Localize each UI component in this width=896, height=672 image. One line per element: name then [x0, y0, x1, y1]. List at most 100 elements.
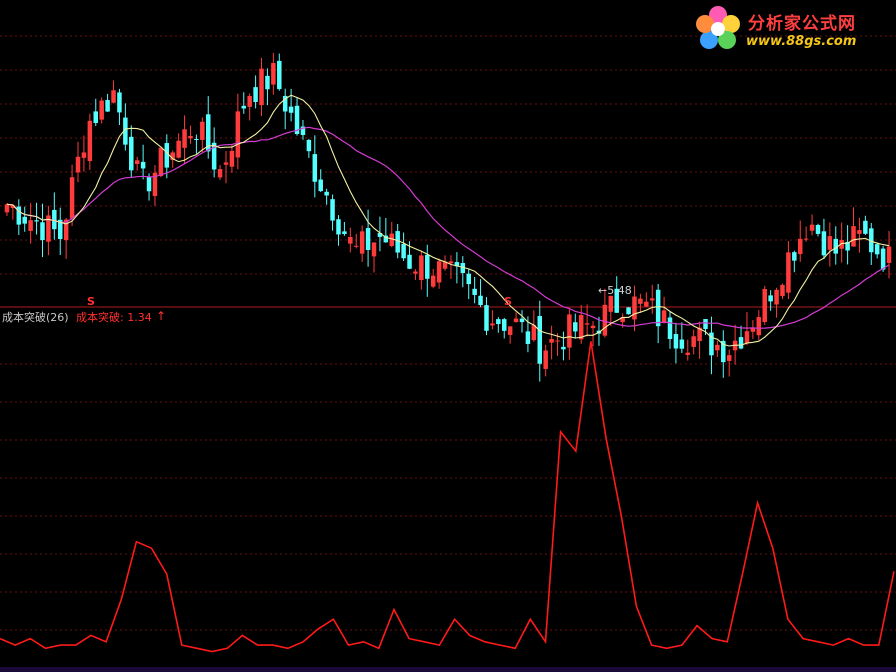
candle-body — [792, 252, 797, 261]
candle-body — [608, 295, 614, 312]
candle-body — [484, 305, 489, 331]
candle-body — [774, 289, 779, 305]
candle-body — [780, 284, 785, 296]
candle-body — [419, 255, 424, 281]
candle-body — [691, 336, 696, 347]
candle-body — [573, 322, 578, 332]
indicator-value: 成本突破: 1.34 — [76, 311, 152, 324]
candle-body — [200, 121, 205, 140]
candle-body — [809, 224, 815, 231]
candle-body — [821, 231, 827, 256]
candle-body — [513, 318, 519, 323]
candle-body — [229, 150, 235, 167]
candle-body — [22, 216, 27, 224]
candle-body — [28, 220, 33, 231]
candle-body — [649, 298, 655, 301]
candle-body — [330, 199, 335, 221]
candle-body — [353, 245, 359, 247]
candle-body — [111, 90, 116, 103]
candle-body — [750, 328, 756, 332]
candle-body — [857, 230, 862, 234]
candle-body — [259, 68, 264, 106]
candle-body — [561, 346, 566, 350]
candle[interactable] — [158, 147, 164, 178]
candle-body — [738, 337, 744, 349]
candle-body — [803, 238, 809, 240]
candle-body — [99, 100, 104, 120]
candle-body — [638, 298, 643, 304]
candle-body — [626, 307, 631, 315]
flower-logo-icon — [696, 6, 740, 49]
candle-body — [685, 352, 691, 355]
candle-body — [164, 143, 170, 168]
candle-body — [336, 219, 341, 235]
candle-body — [590, 325, 596, 329]
chart-stage[interactable] — [0, 0, 896, 672]
candle-body — [288, 106, 294, 113]
candle-body — [87, 120, 93, 162]
candle-body — [324, 191, 329, 196]
candle-body — [277, 60, 282, 90]
candle-body — [182, 129, 187, 148]
candle-body — [217, 169, 223, 178]
candle-body — [578, 315, 584, 340]
candle-body — [365, 228, 371, 251]
candle[interactable] — [762, 285, 767, 325]
candle-body — [863, 220, 868, 234]
candle-body — [555, 340, 560, 342]
candle-body — [472, 288, 477, 295]
candle-body — [478, 295, 483, 306]
candle-body — [430, 275, 436, 287]
candle-body — [851, 226, 856, 247]
candle[interactable] — [626, 307, 631, 315]
candle-body — [253, 87, 258, 102]
candle-body — [235, 111, 241, 158]
candle-body — [413, 271, 418, 274]
candle-body — [105, 100, 110, 112]
candle-body — [673, 334, 679, 349]
candle-body — [797, 238, 803, 255]
chart-background — [0, 0, 896, 672]
candle-body — [874, 244, 880, 255]
candle-body — [401, 243, 406, 259]
candle-body — [756, 317, 762, 336]
candle-body — [661, 310, 667, 324]
candle-body — [703, 319, 708, 329]
candle-body — [436, 261, 442, 283]
candle-body — [318, 179, 323, 192]
candle-body — [81, 152, 87, 158]
candle-body — [768, 295, 773, 302]
candle-body — [247, 95, 252, 107]
candle-body — [129, 136, 134, 171]
candle-body — [188, 136, 193, 139]
candle-body — [644, 301, 649, 307]
candle-body — [537, 316, 543, 364]
candle-body — [194, 138, 199, 140]
candle-body — [762, 289, 767, 323]
candle-body — [75, 156, 81, 173]
candle-body — [371, 242, 377, 257]
watermark-title: 分析家公式网 — [748, 14, 856, 34]
sell-signal-marker[interactable]: S — [87, 295, 95, 308]
candle-body — [632, 296, 637, 320]
candle-body — [4, 204, 10, 213]
candle-body — [40, 222, 45, 241]
candle-body — [827, 236, 833, 250]
candle-body — [146, 176, 152, 192]
candle-body — [525, 331, 531, 344]
candle-body — [543, 350, 548, 369]
candle-body — [134, 160, 140, 164]
candle-body — [117, 92, 122, 113]
footer-scrollbar[interactable] — [0, 667, 896, 672]
watermark-url: www.88gs.com — [746, 34, 857, 49]
candle-body — [815, 224, 821, 234]
sell-signal-marker[interactable]: S — [504, 295, 512, 308]
candle-body — [679, 339, 685, 349]
candle[interactable] — [99, 97, 104, 124]
candle-body — [786, 252, 791, 293]
candle-body — [519, 318, 525, 323]
candle-body — [602, 304, 608, 336]
candle-body — [425, 254, 430, 279]
candle-body — [880, 248, 886, 270]
candle-body — [93, 111, 99, 124]
